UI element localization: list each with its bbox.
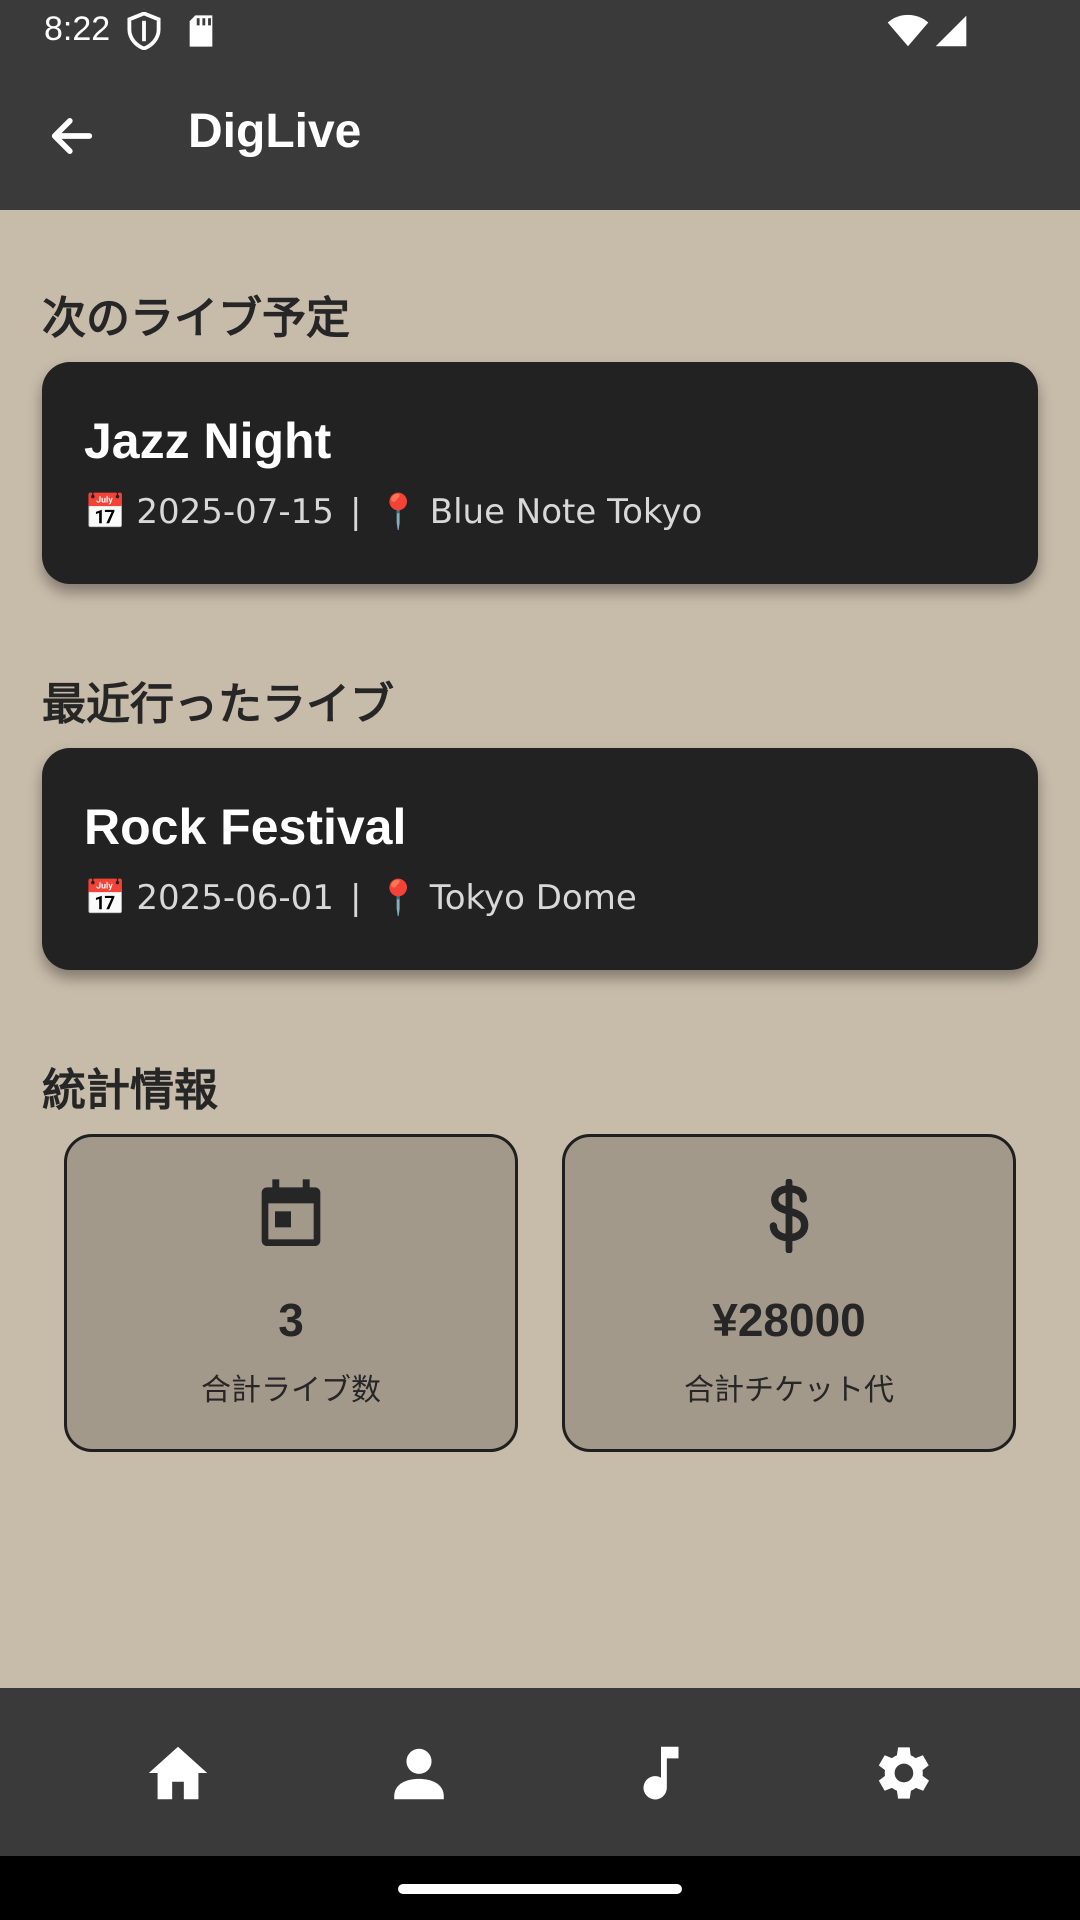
event-meta: 📅 2025-07-15 | 📍 Blue Note Tokyo	[84, 492, 702, 532]
stat-card-total-lives[interactable]: 3 合計ライブ数	[64, 1134, 518, 1452]
event-venue: Tokyo Dome	[429, 878, 637, 918]
upcoming-section-title: 次のライブ予定	[42, 293, 350, 344]
settings-icon[interactable]	[866, 1738, 936, 1808]
status-time: 8:22	[44, 10, 111, 48]
calendar-icon	[261, 1179, 321, 1246]
status-bar: 8:22	[0, 0, 1080, 62]
signal-icon	[935, 15, 967, 47]
recent-event-card[interactable]: Rock Festival 📅 2025-06-01 | 📍 Tokyo Dom…	[42, 748, 1038, 970]
event-name: Rock Festival	[84, 799, 407, 855]
dollar-icon	[769, 1179, 809, 1253]
upcoming-event-card[interactable]: Jazz Night 📅 2025-07-15 | 📍 Blue Note To…	[42, 362, 1038, 584]
pin-emoji-icon: 📍	[377, 492, 420, 532]
stat-label: 合計チケット代	[684, 1373, 894, 1408]
calendar-emoji-icon: 📅	[84, 878, 127, 918]
event-meta: 📅 2025-06-01 | 📍 Tokyo Dome	[84, 878, 637, 918]
calendar-emoji-icon: 📅	[84, 492, 127, 532]
event-date: 2025-06-01	[136, 878, 334, 918]
event-venue: Blue Note Tokyo	[429, 492, 703, 532]
arrow-left-icon[interactable]	[44, 110, 100, 162]
bottom-nav	[0, 1688, 1080, 1856]
meta-separator: |	[349, 492, 362, 532]
pin-emoji-icon: 📍	[377, 878, 420, 918]
sd-card-icon	[189, 15, 213, 47]
app-title: DigLive	[188, 105, 362, 158]
stat-label: 合計ライブ数	[201, 1373, 381, 1408]
meta-separator: |	[349, 878, 362, 918]
gesture-handle[interactable]	[398, 1884, 682, 1894]
stat-value: 3	[278, 1294, 304, 1346]
event-name: Jazz Night	[84, 413, 332, 469]
stat-value: ¥28000	[712, 1294, 866, 1346]
gesture-bar	[0, 1856, 1080, 1920]
wifi-icon	[887, 14, 929, 47]
app-bar: DigLive	[0, 62, 1080, 210]
music-note-icon[interactable]	[626, 1738, 696, 1808]
shield-icon	[127, 12, 161, 50]
home-icon[interactable]	[143, 1738, 213, 1808]
recent-section-title: 最近行ったライブ	[42, 679, 394, 730]
event-date: 2025-07-15	[136, 492, 334, 532]
person-icon[interactable]	[384, 1738, 454, 1808]
stats-section-title: 統計情報	[42, 1065, 218, 1116]
stat-card-total-ticket-cost[interactable]: ¥28000 合計チケット代	[562, 1134, 1016, 1452]
